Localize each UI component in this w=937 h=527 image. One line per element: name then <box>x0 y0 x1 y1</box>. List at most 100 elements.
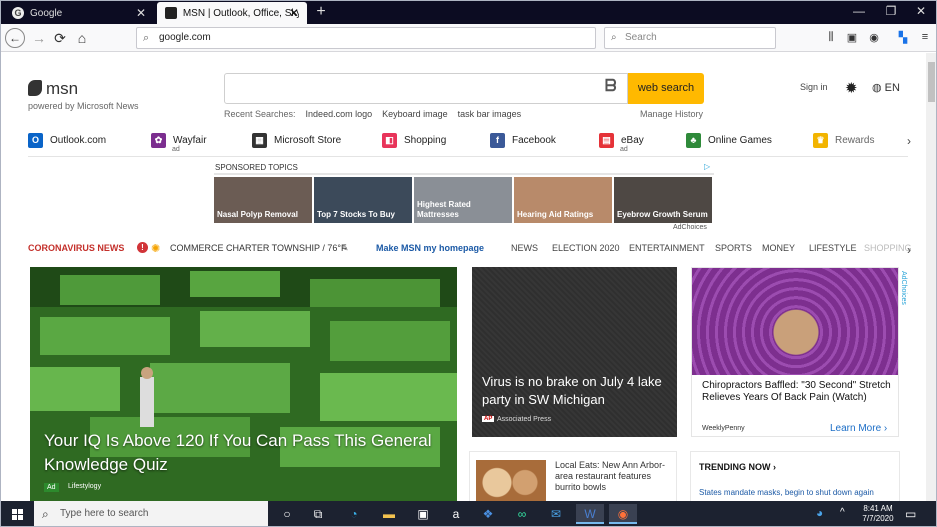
adchoices-link[interactable]: AdChoices <box>673 224 707 231</box>
sidebar-icon[interactable]: ▣ <box>845 31 859 44</box>
restore-button[interactable]: ❐ <box>884 4 898 18</box>
quick-link-online-games[interactable]: ♣ Online Games <box>686 133 772 148</box>
url-bar[interactable]: ⌕ google.com <box>136 27 596 49</box>
gear-icon[interactable]: ✹ <box>845 79 858 97</box>
taskbar-clock[interactable]: 8:41 AM 7/7/2020 <box>858 504 898 524</box>
learn-more-link[interactable]: Learn More › <box>830 423 887 434</box>
sun-weather-icon: ✺ <box>151 243 161 255</box>
reload-icon[interactable]: ⟳ <box>50 28 70 48</box>
tab-google[interactable]: G Google ✕ <box>4 2 154 24</box>
library-icon[interactable]: ⫼ <box>824 31 838 44</box>
quick-link-shopping[interactable]: ◧ Shopping <box>382 133 446 148</box>
recent-search-item[interactable]: Indeed.com logo <box>306 109 373 119</box>
close-tab-icon[interactable]: ✕ <box>136 6 146 20</box>
sign-in-link[interactable]: Sign in <box>800 82 828 92</box>
news-headline[interactable]: Virus is no brake on July 4 lake party i… <box>482 373 672 409</box>
recent-search-item[interactable]: task bar images <box>458 109 522 119</box>
quick-link-facebook[interactable]: f Facebook <box>490 133 556 148</box>
vertical-scrollbar[interactable] <box>926 53 937 501</box>
manage-history-link[interactable]: Manage History <box>640 109 703 119</box>
amazon-icon[interactable]: a <box>442 504 470 524</box>
ad-card[interactable]: Chiropractors Baffled: "30 Second" Stret… <box>691 267 899 437</box>
web-search-input[interactable] <box>224 73 628 104</box>
scrollbar-thumb[interactable] <box>928 62 935 102</box>
chevron-up-icon[interactable]: ^ <box>840 507 845 518</box>
store-icon[interactable]: ▣ <box>409 504 437 524</box>
task-view-icon[interactable]: ⧉ <box>304 504 332 524</box>
edit-pencil-icon[interactable]: ✎ <box>341 243 349 254</box>
sponsored-topic[interactable]: Hearing Aid Ratings <box>514 177 612 223</box>
minimize-button[interactable]: — <box>852 4 866 18</box>
nav-lifestyle[interactable]: LIFESTYLE <box>809 243 857 253</box>
news-source: Associated Press <box>497 416 552 423</box>
browser-search-input[interactable]: ⌕ Search <box>604 27 776 49</box>
alert-icon[interactable]: ! <box>137 242 148 253</box>
quick-link-ebay[interactable]: ▤ eBay ad <box>599 133 644 153</box>
nav-sports[interactable]: SPORTS <box>715 243 752 253</box>
make-homepage-link[interactable]: Make MSN my homepage <box>376 243 484 253</box>
extensions-icon[interactable]: ▚ <box>896 31 910 44</box>
web-search-button[interactable]: web search <box>628 73 704 104</box>
close-tab-icon[interactable]: ✕ <box>289 6 299 20</box>
language-selector[interactable]: ◍ EN <box>872 81 900 94</box>
account-icon[interactable]: ◉ <box>867 31 881 44</box>
quick-link-rewards[interactable]: ♛ Rewards <box>813 133 874 148</box>
dropbox-icon[interactable]: ❖ <box>474 504 502 524</box>
tripadvisor-icon[interactable]: ∞ <box>508 504 536 524</box>
close-window-button[interactable]: ✕ <box>914 4 928 18</box>
forward-arrow-icon[interactable]: → <box>29 28 49 48</box>
menu-icon[interactable]: ≡ <box>918 31 932 43</box>
facebook-icon: f <box>490 133 505 148</box>
hero-card[interactable]: Your IQ Is Above 120 If You Can Pass Thi… <box>30 267 457 501</box>
start-button[interactable] <box>0 501 34 527</box>
quick-link-outlook[interactable]: O Outlook.com <box>28 133 106 148</box>
msn-logo[interactable]: msn <box>28 79 78 99</box>
sponsored-topic[interactable]: Top 7 Stocks To Buy <box>314 177 412 223</box>
search-placeholder: Search <box>625 32 657 43</box>
location-weather[interactable]: COMMERCE CHARTER TOWNSHIP / 76°F <box>170 243 346 253</box>
url-text: google.com <box>159 32 211 43</box>
nav-entertainment[interactable]: ENTERTAINMENT <box>629 243 705 253</box>
quick-link-wayfair[interactable]: ✿ Wayfair ad <box>151 133 207 153</box>
mail-icon[interactable]: ✉ <box>542 504 570 524</box>
quick-link-microsoft-store[interactable]: ▦ Microsoft Store <box>252 133 341 148</box>
sponsored-topic[interactable]: Nasal Polyp Removal <box>214 177 312 223</box>
chevron-right-icon[interactable]: › <box>907 243 911 257</box>
help-icon[interactable]: ◕ <box>816 506 823 520</box>
nav-election-2020[interactable]: ELECTION 2020 <box>552 243 620 253</box>
sponsored-topic[interactable]: Eyebrow Growth Serum <box>614 177 712 223</box>
news-card[interactable]: Local Eats: New Ann Arbor-area restauran… <box>469 451 677 501</box>
hero-headline[interactable]: Your IQ Is Above 120 If You Can Pass Thi… <box>44 429 444 477</box>
taskbar-search-placeholder: Type here to search <box>60 508 149 519</box>
nav-news[interactable]: NEWS <box>511 243 538 253</box>
sponsored-topics-label: SPONSORED TOPICS <box>215 163 298 172</box>
nav-shopping[interactable]: SHOPPING <box>864 243 912 253</box>
edge-icon[interactable]: ◔ <box>340 504 368 524</box>
trending-now-heading[interactable]: TRENDING NOW › <box>699 462 776 472</box>
home-icon[interactable]: ⌂ <box>72 28 92 48</box>
msn-page: msn powered by Microsoft News ᗷ web sear… <box>0 53 926 501</box>
chevron-right-icon[interactable]: › <box>907 134 911 148</box>
taskbar-search-input[interactable]: ⌕ Type here to search <box>34 501 268 527</box>
word-icon[interactable]: W <box>576 504 604 524</box>
ad-marker-icon[interactable]: ▷ <box>704 162 710 171</box>
file-explorer-icon[interactable]: ▬ <box>375 504 403 524</box>
back-arrow-icon[interactable]: ← <box>5 28 25 48</box>
wayfair-icon: ✿ <box>151 133 166 148</box>
cortana-icon[interactable]: ○ <box>273 504 301 524</box>
recent-search-item[interactable]: Keyboard image <box>382 109 448 119</box>
news-headline[interactable]: Local Eats: New Ann Arbor-area restauran… <box>555 460 673 493</box>
firefox-icon[interactable]: ◉ <box>609 504 637 524</box>
tab-msn[interactable]: MSN | Outlook, Office, Skype, B ✕ <box>157 2 307 24</box>
sponsored-topic[interactable]: Highest Rated Mattresses <box>414 177 512 223</box>
trending-item[interactable]: States mandate masks, begin to shut down… <box>699 488 874 497</box>
nav-money[interactable]: MONEY <box>762 243 795 253</box>
ad-headline[interactable]: Chiropractors Baffled: "30 Second" Stret… <box>702 380 897 404</box>
recent-searches: Recent Searches: Indeed.com logo Keyboar… <box>224 109 521 119</box>
new-tab-button[interactable]: + <box>312 2 330 22</box>
notification-icon[interactable]: ▭ <box>905 507 916 521</box>
search-icon: ⌕ <box>143 32 150 44</box>
coronavirus-news-link[interactable]: CORONAVIRUS NEWS <box>28 243 124 253</box>
news-card[interactable]: Virus is no brake on July 4 lake party i… <box>472 267 677 437</box>
adchoices-link[interactable]: AdChoices <box>900 271 907 305</box>
